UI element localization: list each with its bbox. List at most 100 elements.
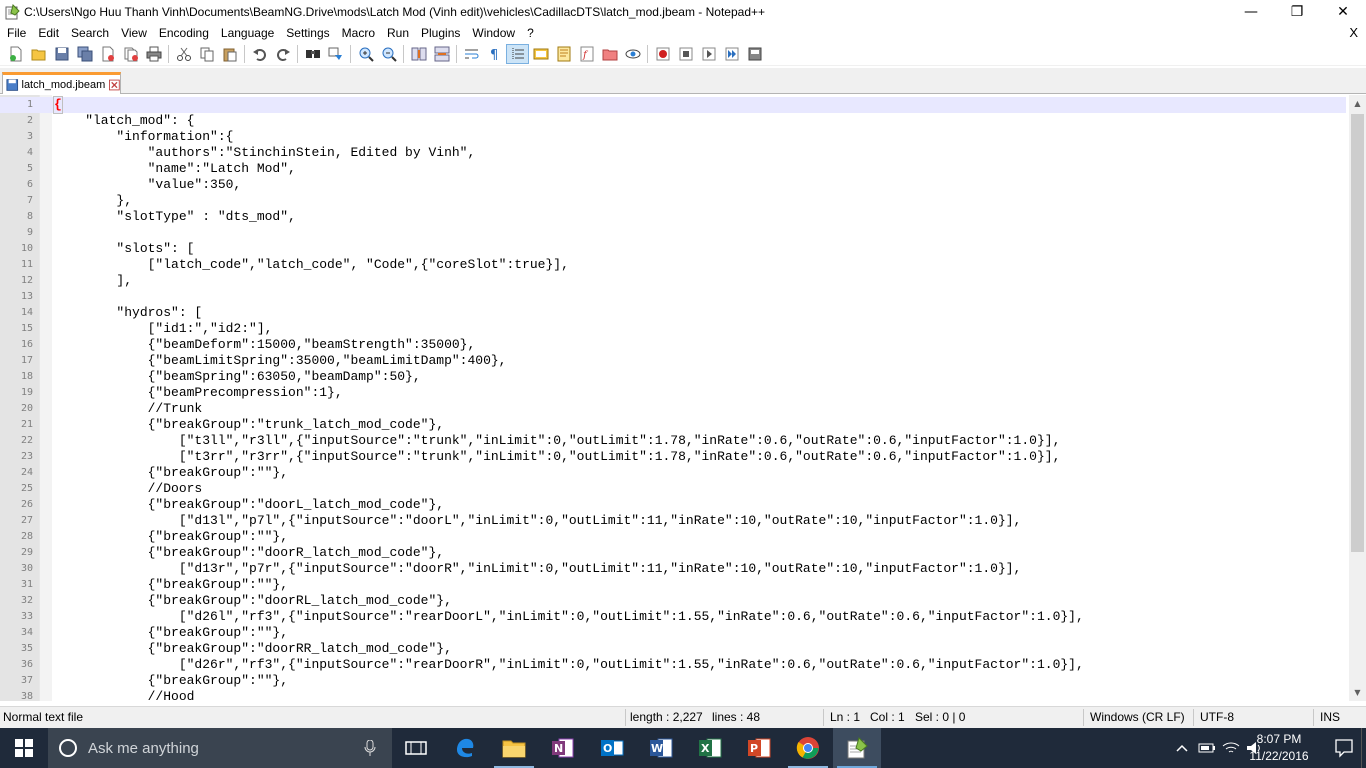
close-file-icon[interactable]	[96, 44, 119, 64]
code-text[interactable]: {"breakGroup":"doorL_latch_mod_code"},	[54, 497, 444, 513]
code-line[interactable]: 33 ["d26l","rf3",{"inputSource":"rearDoo…	[0, 609, 1346, 625]
taskbar-search[interactable]: Ask me anything	[48, 728, 392, 768]
powerpoint-icon[interactable]: P	[735, 728, 783, 768]
code-line[interactable]: 5 "name":"Latch Mod",	[0, 161, 1346, 177]
menu-edit[interactable]: Edit	[32, 24, 65, 42]
document-map-icon[interactable]	[552, 44, 575, 64]
sync-vertical-icon[interactable]	[407, 44, 430, 64]
function-list-icon[interactable]: f	[575, 44, 598, 64]
code-line[interactable]: 3 "information":{	[0, 129, 1346, 145]
action-center-icon[interactable]	[1334, 738, 1354, 758]
tab-close-icon[interactable]	[109, 79, 120, 91]
menu-run[interactable]: Run	[381, 24, 415, 42]
menu-view[interactable]: View	[115, 24, 153, 42]
save-icon[interactable]	[50, 44, 73, 64]
code-line[interactable]: 10 "slots": [	[0, 241, 1346, 257]
close-document-button[interactable]: X	[1349, 24, 1358, 42]
code-line[interactable]: 32 {"breakGroup":"doorRL_latch_mod_code"…	[0, 593, 1346, 609]
word-icon[interactable]: W	[637, 728, 685, 768]
code-text[interactable]: "slots": [	[54, 241, 194, 257]
code-text[interactable]: {"breakGroup":""},	[54, 673, 288, 689]
code-text[interactable]: //Doors	[54, 481, 203, 497]
system-clock[interactable]: 8:07 PM 11/22/2016	[1244, 731, 1314, 765]
code-line[interactable]: 23 ["t3rr","r3rr",{"inputSource":"trunk"…	[0, 449, 1346, 465]
user-defined-language-icon[interactable]	[529, 44, 552, 64]
save-macro-icon[interactable]	[743, 44, 766, 64]
code-text[interactable]: ["t3ll","r3ll",{"inputSource":"trunk","i…	[54, 433, 1061, 449]
code-line[interactable]: 11 ["latch_code","latch_code", "Code",{"…	[0, 257, 1346, 273]
code-text[interactable]: ],	[54, 273, 132, 289]
code-text[interactable]: "value":350,	[54, 177, 242, 193]
copy-icon[interactable]	[195, 44, 218, 64]
menu-macro[interactable]: Macro	[336, 24, 381, 42]
code-line[interactable]: 16 {"beamDeform":15000,"beamStrength":35…	[0, 337, 1346, 353]
code-text[interactable]: {	[53, 96, 63, 114]
open-file-icon[interactable]	[27, 44, 50, 64]
code-text[interactable]: ["d26l","rf3",{"inputSource":"rearDoorL"…	[54, 609, 1084, 625]
scroll-up-icon[interactable]: ▲	[1349, 95, 1366, 112]
sync-horizontal-icon[interactable]	[430, 44, 453, 64]
new-file-icon[interactable]	[4, 44, 27, 64]
show-desktop-button[interactable]	[1361, 728, 1366, 768]
indent-guide-icon[interactable]	[506, 43, 529, 64]
code-text[interactable]: {"beamPrecompression":1},	[54, 385, 343, 401]
print-icon[interactable]	[142, 44, 165, 64]
wifi-icon[interactable]	[1220, 728, 1242, 768]
onenote-icon[interactable]: N	[539, 728, 587, 768]
save-all-icon[interactable]	[73, 44, 96, 64]
code-line[interactable]: 28 {"breakGroup":""},	[0, 529, 1346, 545]
paste-icon[interactable]	[218, 44, 241, 64]
code-line[interactable]: 30 ["d13r","p7r",{"inputSource":"doorR",…	[0, 561, 1346, 577]
code-line[interactable]: 35 {"breakGroup":"doorRR_latch_mod_code"…	[0, 641, 1346, 657]
excel-icon[interactable]: X	[686, 728, 734, 768]
code-text[interactable]: ["d26r","rf3",{"inputSource":"rearDoorR"…	[54, 657, 1084, 673]
code-text[interactable]: {"breakGroup":"doorRR_latch_mod_code"},	[54, 641, 452, 657]
code-line[interactable]: 34 {"breakGroup":""},	[0, 625, 1346, 641]
code-line[interactable]: 6 "value":350,	[0, 177, 1346, 193]
task-view-icon[interactable]	[392, 728, 440, 768]
code-text[interactable]: {"breakGroup":""},	[54, 577, 288, 593]
code-text[interactable]: {"breakGroup":""},	[54, 625, 288, 641]
code-text[interactable]: {"breakGroup":"trunk_latch_mod_code"},	[54, 417, 444, 433]
code-text[interactable]: {"breakGroup":""},	[54, 529, 288, 545]
menu-help[interactable]: ?	[521, 24, 540, 42]
code-line[interactable]: 31 {"breakGroup":""},	[0, 577, 1346, 593]
folder-as-workspace-icon[interactable]	[598, 44, 621, 64]
code-line[interactable]: 12 ],	[0, 273, 1346, 289]
code-text[interactable]: ["id1:","id2:"],	[54, 321, 273, 337]
edge-icon[interactable]	[441, 728, 489, 768]
menu-encoding[interactable]: Encoding	[153, 24, 215, 42]
zoom-out-icon[interactable]	[377, 44, 400, 64]
chrome-icon[interactable]	[784, 728, 832, 768]
code-lines[interactable]: 1{2 "latch_mod": {3 "information":{4 "au…	[0, 96, 1346, 701]
code-line[interactable]: 22 ["t3ll","r3ll",{"inputSource":"trunk"…	[0, 433, 1346, 449]
code-text[interactable]: {"beamDeform":15000,"beamStrength":35000…	[54, 337, 476, 353]
scroll-thumb[interactable]	[1351, 114, 1364, 552]
menu-search[interactable]: Search	[65, 24, 115, 42]
code-text[interactable]: "name":"Latch Mod",	[54, 161, 296, 177]
code-line[interactable]: 37 {"breakGroup":""},	[0, 673, 1346, 689]
record-macro-icon[interactable]	[651, 44, 674, 64]
code-text[interactable]: //Hood	[54, 689, 195, 701]
zoom-in-icon[interactable]	[354, 44, 377, 64]
notepad-plus-plus-taskbar-icon[interactable]	[833, 728, 881, 768]
run-macro-multiple-icon[interactable]	[720, 44, 743, 64]
code-text[interactable]: ["d13r","p7r",{"inputSource":"doorR","in…	[54, 561, 1022, 577]
code-line[interactable]: 24 {"breakGroup":""},	[0, 465, 1346, 481]
code-line[interactable]: 7 },	[0, 193, 1346, 209]
code-line[interactable]: 21 {"breakGroup":"trunk_latch_mod_code"}…	[0, 417, 1346, 433]
microphone-icon[interactable]	[364, 740, 376, 756]
show-hidden-icons-icon[interactable]	[1172, 728, 1192, 768]
menu-plugins[interactable]: Plugins	[415, 24, 466, 42]
menu-language[interactable]: Language	[215, 24, 280, 42]
outlook-icon[interactable]: O	[588, 728, 636, 768]
code-text[interactable]: ["d13l","p7l",{"inputSource":"doorL","in…	[54, 513, 1022, 529]
code-text[interactable]: "latch_mod": {	[54, 113, 194, 129]
code-line[interactable]: 20 //Trunk	[0, 401, 1346, 417]
code-text[interactable]: ["latch_code","latch_code", "Code",{"cor…	[54, 257, 569, 273]
code-line[interactable]: 2 "latch_mod": {	[0, 113, 1346, 129]
word-wrap-icon[interactable]	[460, 44, 483, 64]
code-text[interactable]: "hydros": [	[54, 305, 202, 321]
code-text[interactable]: ["t3rr","r3rr",{"inputSource":"trunk","i…	[54, 449, 1061, 465]
close-button[interactable]: ✕	[1320, 0, 1366, 24]
